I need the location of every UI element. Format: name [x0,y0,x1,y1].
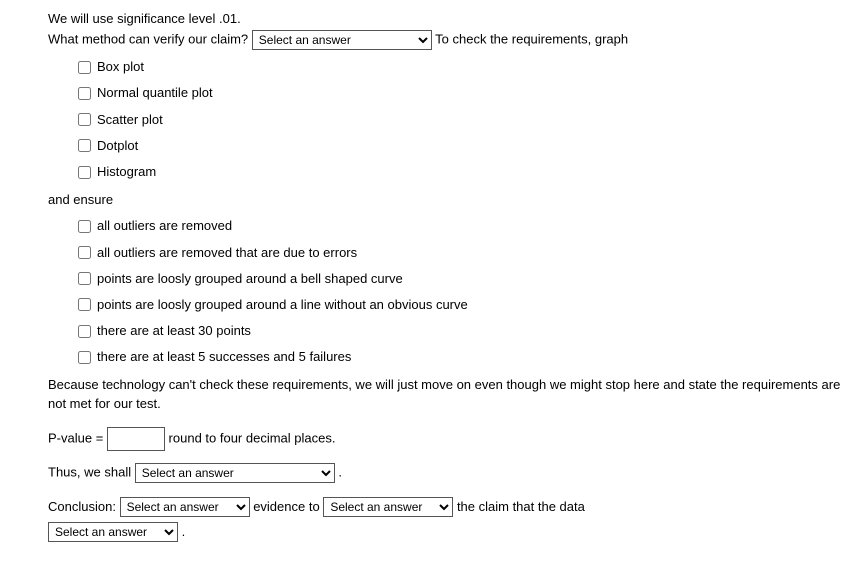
checkbox-row: Box plot [78,58,846,76]
ensure-options: all outliers are removed all outliers ar… [78,217,846,366]
checkbox-row: all outliers are removed that are due to… [78,244,846,262]
checkbox-30-points[interactable] [78,325,91,338]
checkbox-label: there are at least 30 points [97,322,251,340]
thus-label: Thus, we shall [48,464,131,479]
checkbox-row: Dotplot [78,137,846,155]
checkbox-row: Scatter plot [78,111,846,129]
checkbox-outliers-removed[interactable] [78,220,91,233]
checkbox-label: all outliers are removed that are due to… [97,244,357,262]
checkbox-dotplot[interactable] [78,139,91,152]
evidence-label: evidence to [253,499,320,514]
checkbox-label: Normal quantile plot [97,84,213,102]
checkbox-label: Box plot [97,58,144,76]
significance-line: We will use significance level .01. [48,10,846,28]
question-container: We will use significance level .01. What… [48,10,846,544]
checkbox-row: there are at least 30 points [78,322,846,340]
pvalue-row: P-value = round to four decimal places. [48,427,846,451]
checkbox-row: there are at least 5 successes and 5 fai… [78,348,846,366]
claim-label: the claim that the data [457,499,585,514]
checkbox-row: all outliers are removed [78,217,846,235]
checkbox-5-successes[interactable] [78,351,91,364]
conclusion-select-1[interactable]: Select an answer [120,497,250,517]
method-line: What method can verify our claim? Select… [48,30,846,50]
checkbox-row: Normal quantile plot [78,84,846,102]
conclusion-row: Conclusion: Select an answer evidence to… [48,495,846,544]
period: . [182,524,186,539]
checkbox-line-no-curve[interactable] [78,298,91,311]
requirements-prompt: To check the requirements, graph [435,32,628,47]
checkbox-label: there are at least 5 successes and 5 fai… [97,348,351,366]
checkbox-label: Histogram [97,163,156,181]
conclusion-label: Conclusion: [48,499,116,514]
checkbox-scatter[interactable] [78,113,91,126]
ensure-label: and ensure [48,191,846,209]
checkbox-row: points are loosly grouped around a bell … [78,270,846,288]
checkbox-boxplot[interactable] [78,61,91,74]
checkbox-label: Scatter plot [97,111,163,129]
pvalue-after: round to four decimal places. [169,430,336,445]
checkbox-histogram[interactable] [78,166,91,179]
method-select[interactable]: Select an answer [252,30,432,50]
graph-options: Box plot Normal quantile plot Scatter pl… [78,58,846,181]
method-prompt: What method can verify our claim? [48,32,248,47]
checkbox-label: all outliers are removed [97,217,232,235]
thus-row: Thus, we shall Select an answer . [48,463,846,483]
decision-select[interactable]: Select an answer [135,463,335,483]
period: . [338,464,342,479]
checkbox-row: Histogram [78,163,846,181]
checkbox-row: points are loosly grouped around a line … [78,296,846,314]
technology-note: Because technology can't check these req… [48,376,846,412]
conclusion-select-2[interactable]: Select an answer [323,497,453,517]
checkbox-normal-quantile[interactable] [78,87,91,100]
pvalue-label: P-value = [48,430,103,445]
checkbox-label: points are loosly grouped around a bell … [97,270,403,288]
checkbox-outliers-errors[interactable] [78,246,91,259]
checkbox-label: points are loosly grouped around a line … [97,296,468,314]
checkbox-bell-curve[interactable] [78,272,91,285]
conclusion-select-3[interactable]: Select an answer [48,522,178,542]
checkbox-label: Dotplot [97,137,138,155]
pvalue-input[interactable] [107,427,165,451]
